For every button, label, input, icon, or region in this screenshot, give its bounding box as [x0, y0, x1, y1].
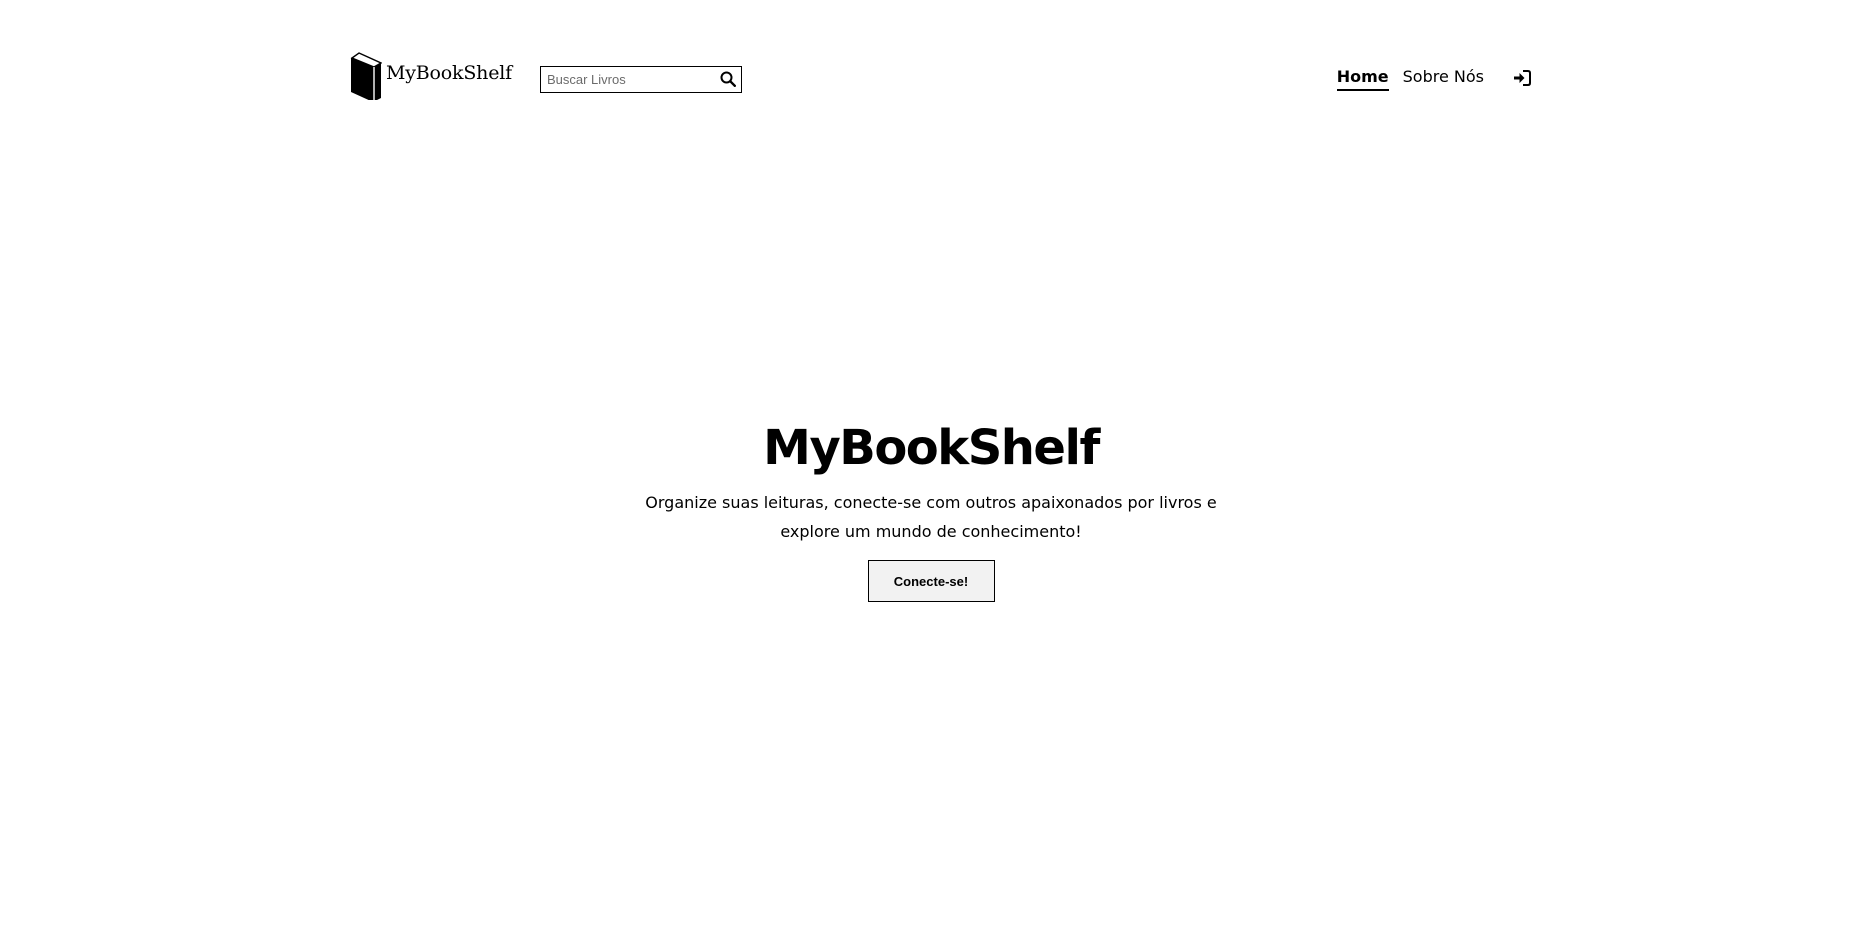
nav-home-link[interactable]: Home	[1336, 67, 1389, 91]
page: MyBookShelf Home Sobre Nós	[0, 0, 1862, 925]
top-navbar: MyBookShelf Home Sobre Nós	[350, 48, 1532, 104]
hero-subtitle: Organize suas leituras, conecte-se com o…	[645, 493, 1217, 541]
search-box	[539, 65, 742, 93]
search-button[interactable]	[715, 67, 741, 92]
hero-title: MyBookShelf	[763, 420, 1100, 476]
hero-section: MyBookShelf Organize suas leituras, cone…	[0, 418, 1862, 602]
connect-button[interactable]: Conecte-se!	[867, 560, 995, 602]
search-icon	[720, 71, 736, 87]
book-icon	[350, 52, 382, 100]
search-input[interactable]	[540, 66, 715, 92]
login-button[interactable]	[1512, 68, 1532, 88]
sign-in-icon	[1514, 69, 1531, 86]
main-nav: Home Sobre Nós	[1336, 67, 1532, 91]
nav-about-link[interactable]: Sobre Nós	[1403, 67, 1484, 91]
logo-text: MyBookShelf	[386, 62, 512, 84]
logo-link[interactable]: MyBookShelf	[350, 52, 512, 100]
